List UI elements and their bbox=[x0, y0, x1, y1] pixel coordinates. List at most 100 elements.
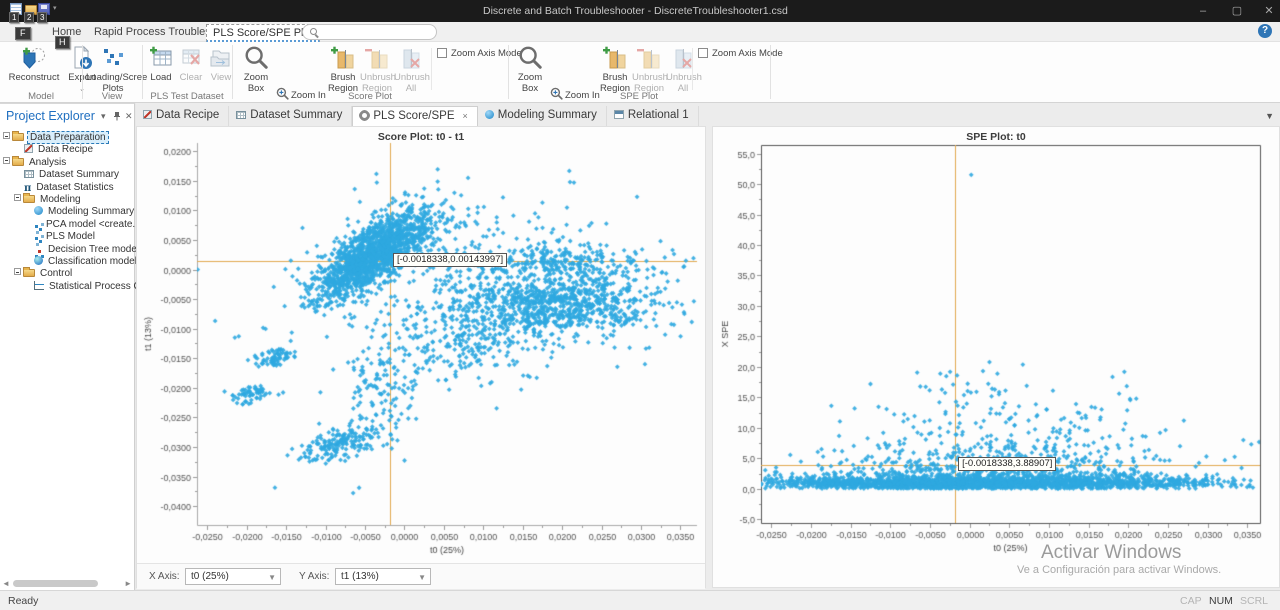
score-plot-tooltip: [-0.0018338,0.00143997] bbox=[393, 253, 507, 267]
collapse-expander-icon[interactable] bbox=[14, 268, 21, 275]
close-tab-icon[interactable]: × bbox=[463, 111, 468, 121]
clear-test-dataset-button: Clear bbox=[176, 44, 206, 90]
classification-icon bbox=[34, 256, 43, 265]
x-axis-select[interactable]: t0 (25%)▼ bbox=[185, 568, 281, 585]
tree-item-analysis[interactable]: Analysis bbox=[0, 157, 134, 169]
restore-button[interactable]: ▢ bbox=[1222, 0, 1252, 22]
group-label-score-plot: Score Plot bbox=[232, 91, 508, 102]
scroll-right-icon[interactable]: ► bbox=[124, 579, 132, 588]
score-zoom-axis-mode[interactable]: Zoom Axis Mode bbox=[437, 48, 522, 59]
folder-icon bbox=[12, 133, 24, 141]
score-plot-canvas[interactable] bbox=[139, 139, 703, 563]
unbrush-region-icon bbox=[636, 45, 662, 71]
clear-icon bbox=[179, 45, 203, 71]
qat-dropdown-icon[interactable]: ▾ bbox=[53, 4, 57, 12]
keytip-3: 3 bbox=[37, 12, 47, 23]
reconstruct-icon bbox=[21, 45, 47, 71]
tree-item-dataset-summary[interactable]: Dataset Summary bbox=[0, 169, 134, 181]
table-icon bbox=[236, 111, 246, 119]
table-icon bbox=[24, 170, 34, 178]
tree-item-decision-tree-model[interactable]: Decision Tree model < bbox=[0, 244, 134, 256]
title-bar: 1 2 3 ▾ Discrete and Batch Troubleshoote… bbox=[0, 0, 1280, 22]
score-brush-region-button[interactable]: Brush Region bbox=[326, 44, 360, 90]
zoom-box-icon bbox=[517, 45, 543, 71]
folder-icon bbox=[23, 195, 35, 203]
view-folders-icon bbox=[209, 45, 233, 71]
tree-item-pca-model[interactable]: PCA model <create...> bbox=[0, 219, 134, 231]
spe-plot-canvas[interactable] bbox=[716, 139, 1278, 563]
reconstruct-button[interactable]: Reconstruct bbox=[6, 44, 62, 90]
tree-item-classification-model[interactable]: Classification model < bbox=[0, 256, 134, 268]
window-icon bbox=[614, 110, 624, 119]
scroll-left-icon[interactable]: ◄ bbox=[2, 579, 10, 588]
tab-list-dropdown-icon[interactable]: ▼ bbox=[1265, 111, 1274, 121]
load-icon bbox=[149, 45, 173, 71]
ribbon: Reconstruct Export ⌄ Loading/Scree Plots… bbox=[0, 42, 1280, 103]
spe-zoom-axis-mode-checkbox[interactable] bbox=[698, 48, 708, 58]
tree-item-control[interactable]: Control bbox=[0, 268, 134, 280]
explorer-horizontal-scrollbar[interactable]: ◄ ► bbox=[2, 578, 132, 589]
spe-brush-region-button[interactable]: Brush Region bbox=[598, 44, 632, 90]
collapse-expander-icon[interactable] bbox=[3, 132, 10, 139]
tree-item-statistical-process-control[interactable]: Statistical Process Con bbox=[0, 281, 134, 293]
chevron-down-icon: ▼ bbox=[418, 570, 426, 585]
folder-icon bbox=[23, 269, 35, 277]
main-area: Data Recipe Dataset Summary PLS Score/SP… bbox=[136, 103, 1280, 590]
doctab-data-recipe[interactable]: Data Recipe bbox=[136, 106, 229, 126]
score-zoom-axis-mode-checkbox[interactable] bbox=[437, 48, 447, 58]
file-tab-keytip[interactable]: F bbox=[15, 27, 31, 40]
status-ready: Ready bbox=[8, 595, 38, 607]
pin-icon[interactable] bbox=[113, 112, 121, 121]
axis-selector-bar: X Axis: t0 (25%)▼ Y Axis: t1 (13%)▼ bbox=[137, 563, 705, 589]
sphere-icon bbox=[34, 206, 43, 215]
keytip-2: 2 bbox=[24, 12, 34, 23]
group-label-spe-plot: SPE Plot bbox=[508, 91, 770, 102]
load-test-dataset-button[interactable]: Load bbox=[146, 44, 176, 90]
spe-plot-tooltip: [-0.0018338,3.88907] bbox=[958, 457, 1056, 471]
data-recipe-icon bbox=[143, 110, 152, 119]
loading-scree-plots-icon bbox=[100, 45, 126, 71]
score-zoom-box-button[interactable]: Zoom Box bbox=[238, 44, 274, 90]
y-axis-select[interactable]: t1 (13%)▼ bbox=[335, 568, 431, 585]
score-unbrush-all-button: Unbrush All bbox=[394, 44, 428, 90]
unbrush-region-icon bbox=[364, 45, 390, 71]
spe-unbrush-all-button: Unbrush All bbox=[666, 44, 700, 90]
folder-icon bbox=[12, 158, 24, 166]
status-bar: Ready CAP NUM SCRL bbox=[0, 590, 1280, 610]
tree-item-dataset-statistics[interactable]: πDataset Statistics bbox=[0, 182, 134, 194]
document-tab-bar: Data Recipe Dataset Summary PLS Score/SP… bbox=[136, 106, 1280, 126]
collapse-expander-icon[interactable] bbox=[14, 194, 21, 201]
doctab-relational-1[interactable]: Relational 1 bbox=[607, 106, 699, 126]
tree-item-modeling[interactable]: Modeling bbox=[0, 194, 134, 206]
close-panel-icon[interactable]: ✕ bbox=[125, 111, 133, 122]
unbrush-all-icon bbox=[398, 45, 424, 71]
tree-item-data-recipe[interactable]: Data Recipe bbox=[0, 144, 134, 156]
tree-item-modeling-summary[interactable]: Modeling Summary bbox=[0, 206, 134, 218]
brush-region-icon bbox=[330, 45, 356, 71]
project-explorer-panel: Project Explorer ▾ ✕ Data Preparation Da… bbox=[0, 103, 135, 590]
tree-item-data-preparation[interactable]: Data Preparation bbox=[0, 132, 134, 144]
help-icon[interactable]: ? bbox=[1258, 24, 1272, 38]
doctab-dataset-summary[interactable]: Dataset Summary bbox=[229, 106, 352, 126]
panel-menu-icon[interactable]: ▾ bbox=[101, 111, 106, 122]
project-explorer-header: Project Explorer ▾ ✕ bbox=[0, 106, 134, 126]
spe-zoom-box-button[interactable]: Zoom Box bbox=[512, 44, 548, 90]
doctab-pls-score-spe[interactable]: PLS Score/SPE× bbox=[352, 106, 477, 126]
loading-scree-plots-button[interactable]: Loading/Scree Plots bbox=[86, 44, 140, 90]
score-plot-panel: Score Plot: t0 - t1 [-0.0018338,0.001439… bbox=[136, 126, 706, 588]
gear-icon bbox=[360, 111, 369, 120]
close-button[interactable]: ✕ bbox=[1254, 0, 1280, 22]
scrollbar-thumb[interactable] bbox=[13, 580, 98, 587]
ribbon-search-input[interactable] bbox=[302, 24, 437, 40]
doctab-modeling-summary[interactable]: Modeling Summary bbox=[478, 106, 607, 126]
status-scroll-lock: SCRL bbox=[1240, 595, 1268, 607]
minimize-button[interactable]: – bbox=[1188, 0, 1218, 22]
status-num-lock: NUM bbox=[1209, 595, 1233, 607]
status-caps-lock: CAP bbox=[1180, 595, 1202, 607]
project-explorer-title: Project Explorer bbox=[6, 109, 95, 123]
activation-watermark-line1: Activar Windows bbox=[1041, 542, 1181, 564]
tree-item-pls-model[interactable]: PLS Model bbox=[0, 231, 134, 243]
y-axis-label: Y Axis: bbox=[299, 571, 329, 582]
control-chart-icon bbox=[34, 281, 44, 290]
collapse-expander-icon[interactable] bbox=[3, 157, 10, 164]
